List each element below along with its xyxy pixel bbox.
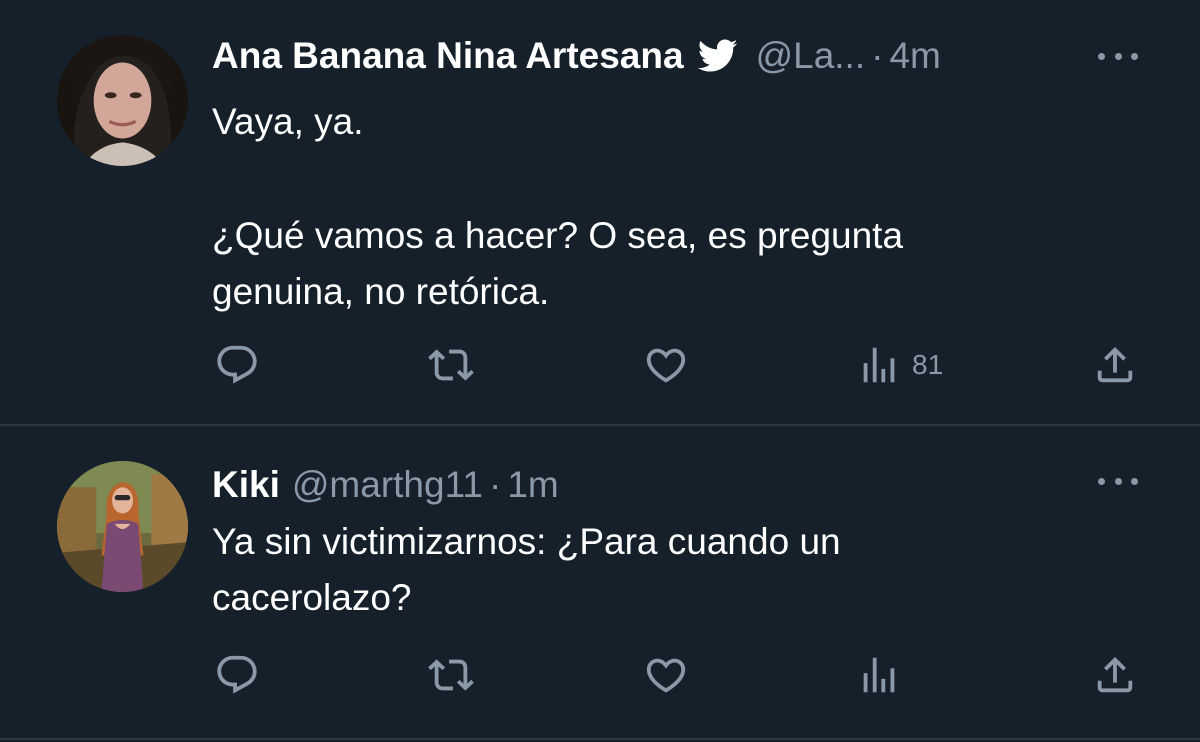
tweet-actions: 81 [0, 340, 1200, 390]
tweet[interactable]: Ana Banana Nina Artesana @La... · 4m Vay… [0, 0, 1200, 425]
retweet-button[interactable] [428, 340, 474, 390]
avatar-image [57, 461, 188, 592]
like-button[interactable] [643, 650, 689, 700]
timestamp[interactable]: 1m [507, 464, 558, 506]
views-icon [863, 657, 895, 693]
views-count: 81 [912, 349, 944, 380]
tweet-divider [0, 738, 1200, 740]
tweet-text-line: Vaya, ya. [212, 101, 364, 142]
retweet-icon [428, 349, 474, 381]
tweet-header: Kiki @marthg11 · 1m [212, 460, 559, 510]
heart-icon [646, 658, 686, 693]
tweet-text-line: Ya sin victimizarnos: ¿Para cuando un ca… [212, 521, 841, 618]
retweet-button[interactable] [428, 650, 474, 700]
reply-button[interactable] [214, 650, 260, 700]
retweet-icon [428, 659, 474, 691]
author-name[interactable]: Ana Banana Nina Artesana [212, 35, 684, 77]
like-button[interactable] [643, 340, 689, 390]
tweet-text: Vaya, ya. ¿Qué vamos a hacer? O sea, es … [212, 94, 1112, 320]
timeline: Ana Banana Nina Artesana @La... · 4m Vay… [0, 0, 1200, 742]
tweet-actions [0, 650, 1200, 700]
views-icon [863, 347, 895, 383]
author-handle[interactable]: @marthg11 [292, 464, 483, 506]
author-handle[interactable]: @La... [756, 35, 866, 77]
separator-dot: · [871, 35, 884, 76]
avatar-image [57, 35, 188, 166]
reply-icon [217, 655, 257, 694]
heart-icon [646, 348, 686, 383]
tweet-text-line: ¿Qué vamos a hacer? O sea, es pregunta g… [212, 215, 904, 312]
verified-bird-icon [697, 39, 738, 73]
avatar[interactable] [57, 35, 188, 166]
timestamp[interactable]: 4m [889, 35, 940, 77]
tweet-text: Ya sin victimizarnos: ¿Para cuando un ca… [212, 514, 1112, 626]
share-icon [1097, 656, 1133, 693]
share-icon [1097, 346, 1133, 383]
more-icon[interactable] [1098, 471, 1138, 491]
author-name[interactable]: Kiki [212, 464, 280, 506]
share-button[interactable] [1092, 340, 1138, 390]
tweet[interactable]: Kiki @marthg11 · 1m Ya sin victimizarnos… [0, 426, 1200, 736]
tweet-header: Ana Banana Nina Artesana @La... · 4m [212, 31, 941, 81]
reply-icon [217, 345, 257, 384]
more-icon[interactable] [1098, 46, 1138, 66]
views-button[interactable]: 81 [856, 340, 943, 390]
avatar[interactable] [57, 461, 188, 592]
share-button[interactable] [1092, 650, 1138, 700]
separator-dot: · [488, 464, 502, 505]
views-button[interactable] [856, 650, 912, 700]
reply-button[interactable] [214, 340, 260, 390]
